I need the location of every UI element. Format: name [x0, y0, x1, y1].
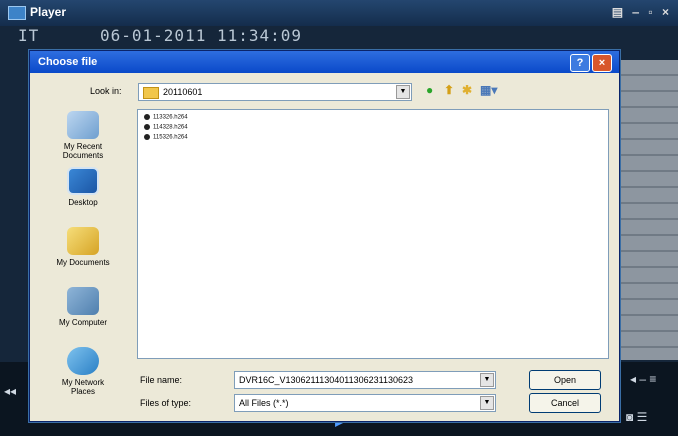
place-label: Desktop: [68, 198, 98, 207]
dialog-title: Choose file: [38, 56, 98, 68]
file-icon: [144, 124, 150, 130]
right-panel-strip: [617, 60, 678, 360]
place-label: My Recent Documents: [62, 142, 104, 160]
places-bar: My Recent Documents Desktop My Documents…: [34, 107, 132, 415]
new-folder-icon[interactable]: ✱: [462, 83, 472, 97]
volume-icon[interactable]: ◂ ‒ ≡: [630, 372, 656, 386]
up-folder-icon[interactable]: ⬆: [444, 83, 454, 97]
place-label: My Computer: [58, 318, 107, 327]
close-button[interactable]: ×: [592, 54, 612, 72]
chevron-down-icon[interactable]: ▼: [480, 396, 494, 410]
place-my-network-places[interactable]: My Network Places: [34, 347, 132, 396]
choose-file-dialog: Choose file ? × Look in: 20110601 ▼ ● ⬆ …: [29, 50, 620, 422]
open-button[interactable]: Open: [529, 370, 601, 390]
place-desktop[interactable]: Desktop: [34, 167, 132, 207]
file-name-label: File name:: [140, 375, 183, 385]
look-in-value: 20110601: [163, 87, 203, 97]
files-of-type-value: All Files (*.*): [239, 398, 289, 408]
recent-documents-icon: [67, 111, 99, 139]
player-title: Player: [30, 5, 67, 19]
list-item[interactable]: 114328.h264: [144, 124, 188, 131]
player-title-bar: Player ▤ ‒ ▫ ×: [0, 0, 678, 26]
network-places-icon: [67, 347, 99, 375]
place-label: My Documents: [56, 258, 110, 267]
list-item[interactable]: 115326.h264: [144, 134, 188, 141]
my-computer-icon: [67, 287, 99, 315]
desktop-icon: [67, 167, 99, 195]
look-in-label: Look in:: [90, 86, 122, 96]
player-logo-icon: [8, 6, 26, 20]
place-my-documents[interactable]: My Documents: [34, 227, 132, 267]
window-controls[interactable]: ▤ ‒ ▫ ×: [612, 5, 672, 19]
rewind-icon[interactable]: ◂◂: [4, 384, 16, 398]
files-of-type-dropdown[interactable]: All Files (*.*) ▼: [234, 394, 496, 412]
cancel-button[interactable]: Cancel: [529, 393, 601, 413]
file-name-input[interactable]: DVR16C_V13062111304011306231130623 ▼: [234, 371, 496, 389]
files-of-type-label: Files of type:: [140, 398, 192, 408]
osd-timestamp: 06-01-2011 11:34:09: [100, 26, 303, 45]
look-in-dropdown[interactable]: 20110601 ▼: [138, 83, 412, 101]
chevron-down-icon[interactable]: ▼: [396, 85, 410, 99]
view-menu-icon[interactable]: ▦▾: [480, 83, 497, 97]
file-name-value: DVR16C_V13062111304011306231130623: [239, 375, 413, 385]
file-icon: [144, 114, 150, 120]
file-list[interactable]: 113326.h264 114328.h264 115326.h264: [137, 109, 609, 359]
back-icon[interactable]: ●: [426, 83, 433, 97]
file-icon: [144, 134, 150, 140]
place-my-computer[interactable]: My Computer: [34, 287, 132, 327]
dialog-title-bar: Choose file ? ×: [30, 51, 619, 73]
help-button[interactable]: ?: [570, 54, 590, 72]
list-item[interactable]: 113326.h264: [144, 114, 188, 121]
chevron-down-icon[interactable]: ▼: [480, 373, 494, 387]
osd-channel: IT: [18, 26, 40, 45]
my-documents-icon: [67, 227, 99, 255]
place-my-recent-documents[interactable]: My Recent Documents: [34, 111, 132, 160]
snapshot-icon[interactable]: ◙ ☰: [626, 410, 647, 424]
video-osd: IT 06-01-2011 11:34:09: [18, 26, 301, 45]
place-label: My Network Places: [61, 378, 105, 396]
folder-icon: [143, 86, 159, 99]
